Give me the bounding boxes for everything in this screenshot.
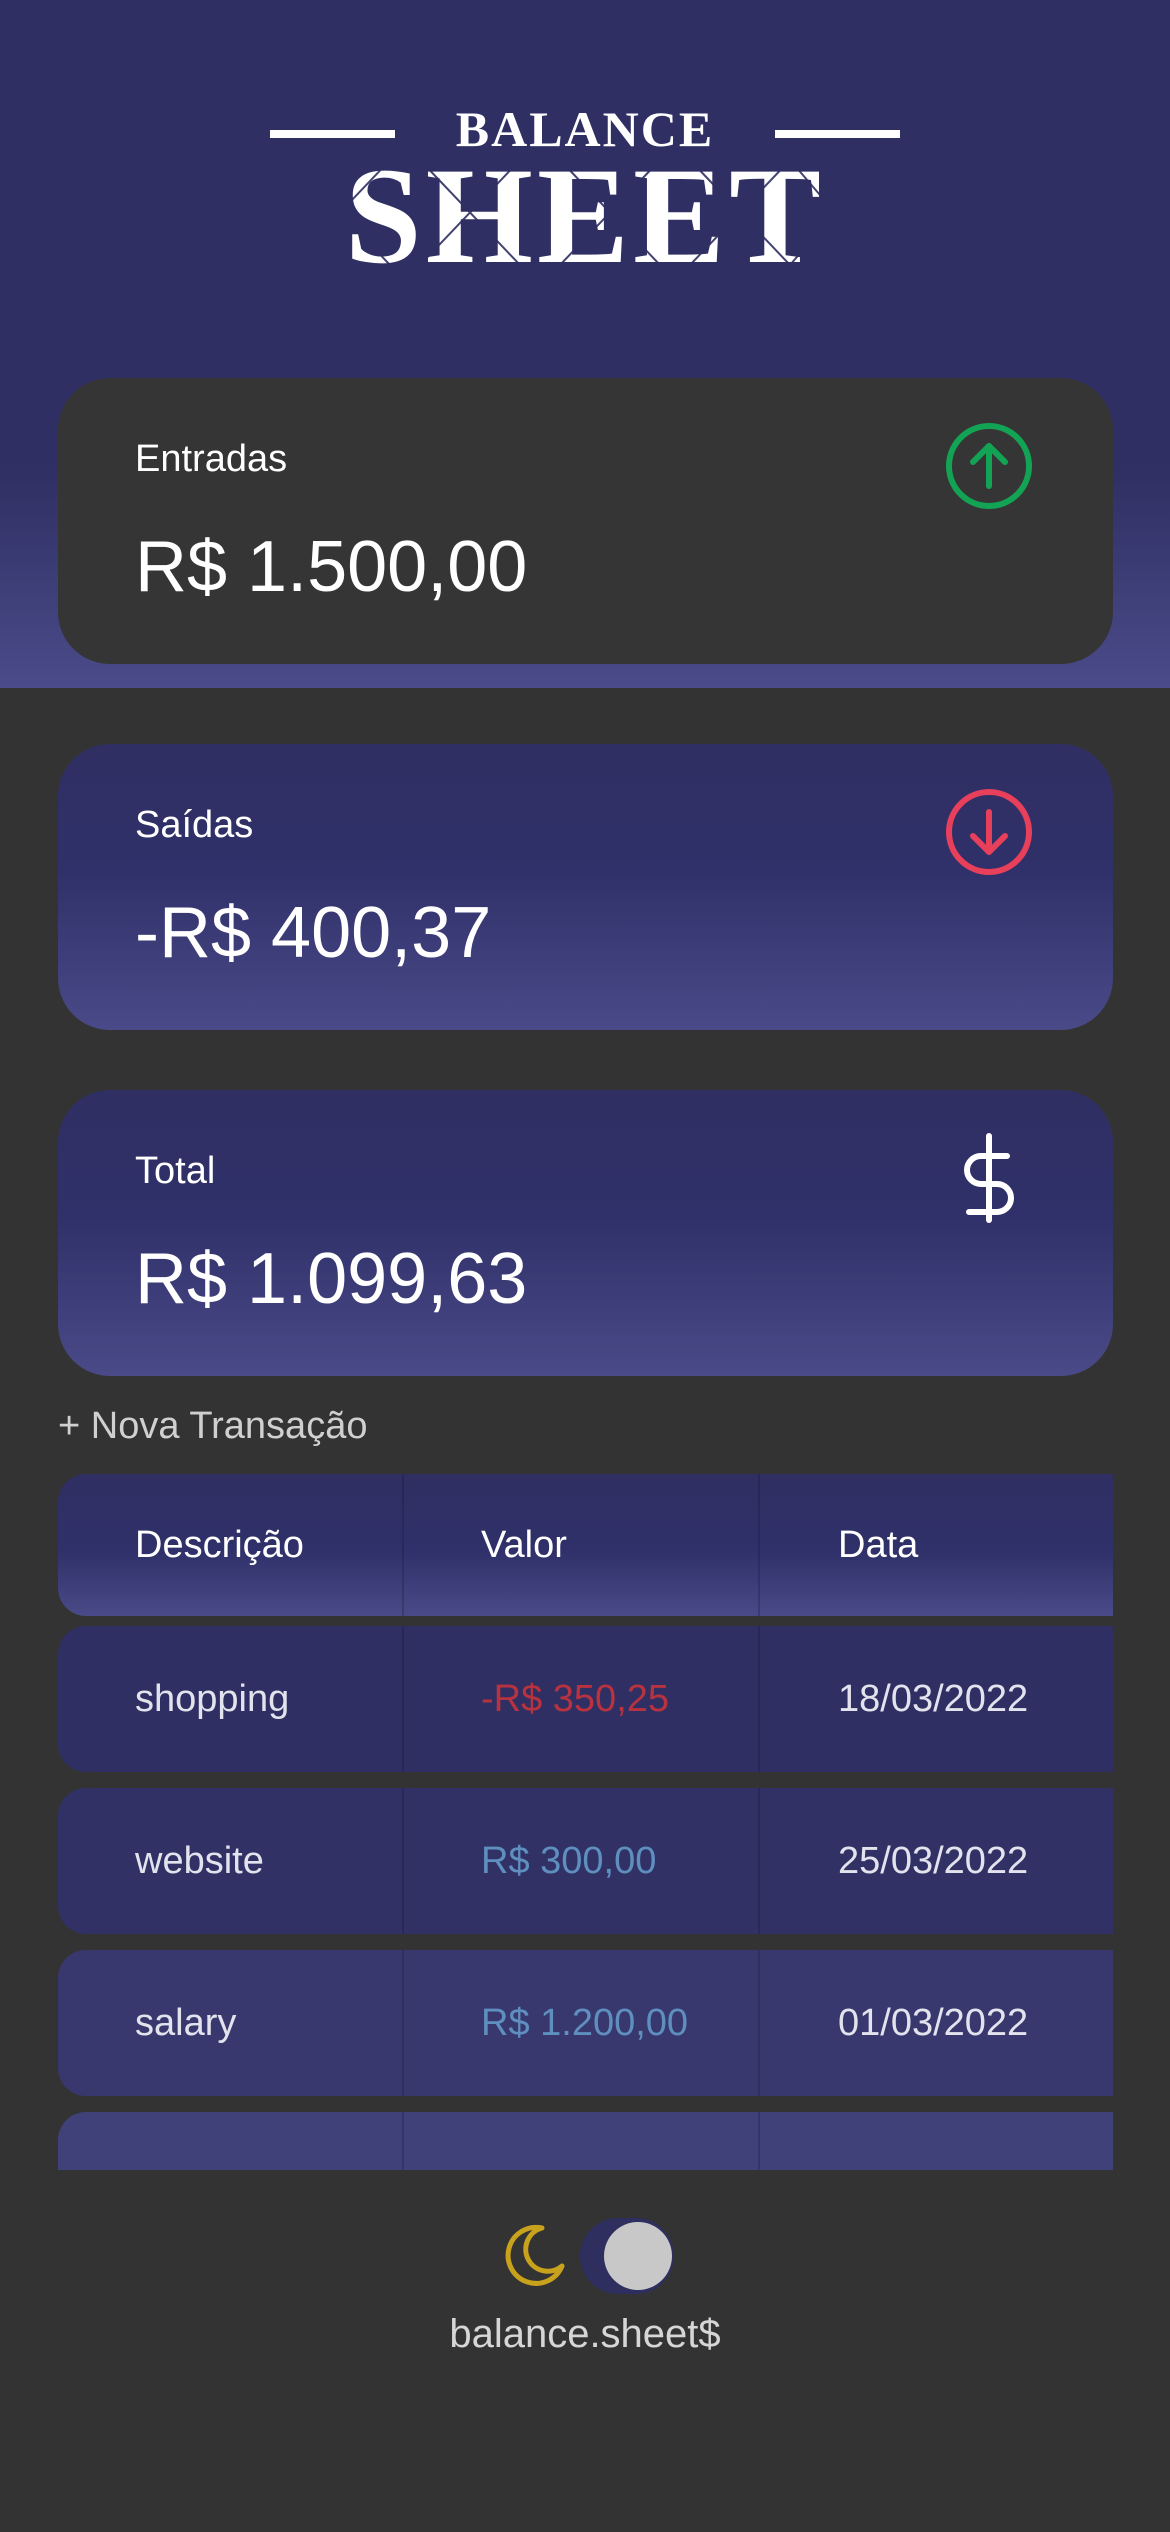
income-label: Entradas — [135, 438, 288, 480]
row-description: website — [135, 1839, 264, 1882]
arrow-up-circle-icon — [943, 420, 1035, 512]
total-label: Total — [135, 1150, 216, 1192]
expense-value: -R$ 400,37 — [135, 893, 492, 973]
table-header: Descrição Valor Data — [58, 1474, 1113, 1616]
row-description: salary — [135, 2001, 237, 2044]
column-divider — [758, 1626, 760, 1772]
row-date: 01/03/2022 — [838, 2001, 1029, 2044]
transactions-table: Descrição Valor Data shopping -R$ 350,25… — [58, 1474, 1113, 2170]
table-row[interactable]: salary R$ 1.200,00 01/03/2022 — [58, 1950, 1113, 2096]
income-card: Entradas R$ 1.500,00 — [58, 378, 1113, 664]
table-row[interactable] — [58, 2112, 1113, 2170]
arrow-down-circle-icon — [943, 786, 1035, 878]
column-divider — [402, 1626, 404, 1772]
total-value: R$ 1.099,63 — [135, 1239, 528, 1319]
column-divider — [758, 2112, 760, 2170]
row-amount: -R$ 350,25 — [481, 1677, 670, 1720]
row-amount: R$ 1.200,00 — [481, 2001, 689, 2044]
column-divider — [402, 1950, 404, 2096]
new-transaction-button[interactable]: + Nova Transação — [58, 1405, 367, 1448]
column-divider — [758, 1474, 760, 1616]
row-date: 18/03/2022 — [838, 1677, 1029, 1720]
table-row[interactable]: shopping -R$ 350,25 18/03/2022 — [58, 1626, 1113, 1772]
total-card: Total R$ 1.099,63 — [58, 1090, 1113, 1376]
table-row[interactable]: website R$ 300,00 25/03/2022 — [58, 1788, 1113, 1934]
moon-icon — [502, 2222, 568, 2288]
column-divider — [402, 1474, 404, 1616]
row-amount: R$ 300,00 — [481, 1839, 657, 1882]
row-date: 25/03/2022 — [838, 1839, 1029, 1882]
header-date: Data — [838, 1523, 919, 1566]
header-description: Descrição — [135, 1523, 304, 1566]
row-description: shopping — [135, 1677, 290, 1720]
dollar-sign-icon — [943, 1132, 1035, 1224]
theme-switch[interactable] — [580, 2218, 674, 2294]
column-divider — [402, 2112, 404, 2170]
expense-label: Saídas — [135, 804, 254, 846]
header-amount: Valor — [481, 1523, 567, 1566]
balance-sheet-logo: BALANCE SHEET — [270, 100, 900, 270]
income-value: R$ 1.500,00 — [135, 527, 528, 607]
svg-text:SHEET: SHEET — [345, 139, 825, 270]
column-divider — [758, 1950, 760, 2096]
column-divider — [402, 1788, 404, 1934]
column-divider — [758, 1788, 760, 1934]
footer-brand: balance.sheet$ — [449, 2312, 721, 2356]
switch-knob[interactable] — [604, 2222, 672, 2290]
theme-toggle[interactable] — [502, 2218, 674, 2294]
expense-card: Saídas -R$ 400,37 — [58, 744, 1113, 1030]
